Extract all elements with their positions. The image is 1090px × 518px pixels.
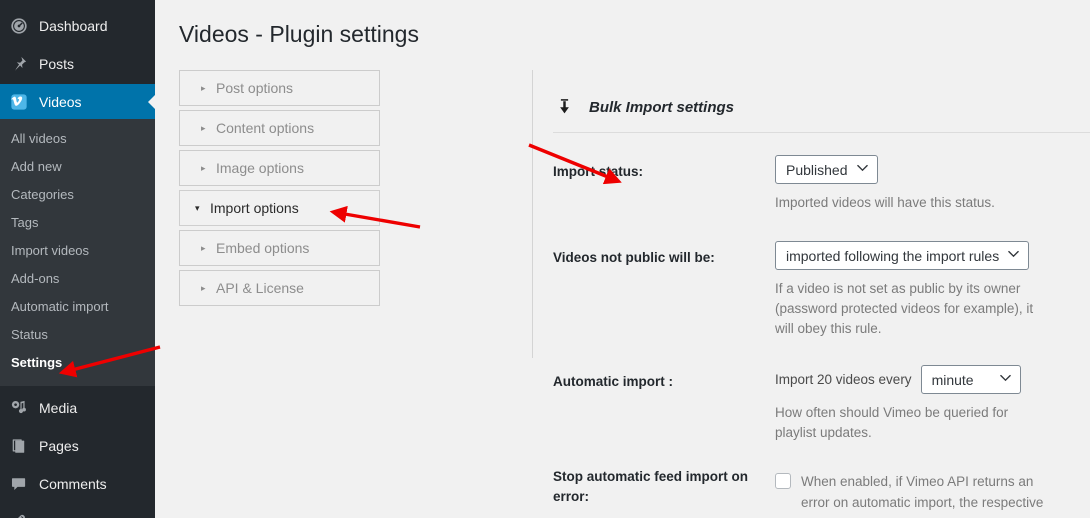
pin-icon — [9, 54, 29, 74]
import-status-select[interactable]: Published — [775, 155, 878, 184]
import-options-panel: Bulk Import settings Import status: Publ… — [553, 70, 1090, 518]
import-download-icon — [553, 96, 575, 118]
section-header: Bulk Import settings — [553, 70, 1090, 133]
sidebar-item-dashboard[interactable]: Dashboard — [0, 8, 155, 43]
accordion-item-label: Image options — [216, 160, 304, 176]
form-row-automatic-import: Automatic import : Import 20 videos ever… — [553, 365, 1053, 443]
dashboard-icon — [9, 16, 29, 36]
automatic-import-interval-select[interactable]: minute — [920, 365, 1021, 394]
automatic-import-label: Automatic import : — [553, 374, 673, 389]
chevron-right-icon: ▸ — [201, 162, 206, 173]
vimeo-icon — [9, 92, 29, 112]
sidebar-item-posts[interactable]: Posts — [0, 46, 155, 81]
videos-not-public-label: Videos not public will be: — [553, 250, 715, 265]
automatic-import-help: How often should Vimeo be queried for pl… — [775, 405, 1009, 440]
vertical-divider — [532, 70, 533, 358]
accordion-item-api-license[interactable]: ▸ API & License — [179, 270, 380, 306]
chevron-down-icon — [999, 374, 1011, 385]
sidebar-item-all-videos[interactable]: All videos — [0, 125, 155, 153]
sidebar-item-settings[interactable]: Settings — [0, 349, 155, 377]
videos-submenu: All videos Add new Categories Tags Impor… — [0, 119, 155, 386]
accordion-item-embed-options[interactable]: ▸ Embed options — [179, 230, 380, 266]
sidebar-item-tags[interactable]: Tags — [0, 209, 155, 237]
sidebar-item-add-new[interactable]: Add new — [0, 153, 155, 181]
stop-on-error-label: Stop automatic feed import on error: — [553, 469, 749, 504]
accordion-item-content-options[interactable]: ▸ Content options — [179, 110, 380, 146]
admin-sidebar: Dashboard Posts Videos All videos Add ne… — [0, 0, 155, 518]
chevron-right-icon: ▸ — [201, 242, 206, 253]
sidebar-item-label: Dashboard — [39, 17, 108, 34]
sidebar-item-add-ons[interactable]: Add-ons — [0, 265, 155, 293]
stop-on-error-description: When enabled, if Vimeo API returns an er… — [801, 474, 1052, 518]
pages-icon — [9, 436, 29, 456]
chevron-down-icon — [856, 164, 868, 175]
accordion-item-label: Import options — [210, 200, 299, 216]
chevron-right-icon: ▸ — [201, 82, 206, 93]
sidebar-item-comments[interactable]: Comments — [0, 466, 155, 501]
accordion-item-post-options[interactable]: ▸ Post options — [179, 70, 380, 106]
sidebar-item-categories[interactable]: Categories — [0, 181, 155, 209]
sidebar-item-label: Media — [39, 399, 78, 416]
appearance-icon — [9, 511, 29, 518]
automatic-import-interval-value: minute — [931, 371, 974, 388]
accordion-item-label: Post options — [216, 80, 294, 96]
form-row-stop-on-error: Stop automatic feed import on error: Whe… — [553, 467, 1053, 518]
comments-icon — [9, 474, 29, 494]
main-content: Videos - Plugin settings ▸ Post options … — [155, 0, 1090, 518]
videos-not-public-select[interactable]: imported following the import rules — [775, 241, 1030, 270]
import-status-value: Published — [786, 161, 848, 178]
chevron-down-icon — [1008, 250, 1019, 261]
sidebar-item-pages[interactable]: Pages — [0, 428, 155, 463]
accordion-item-label: Embed options — [216, 240, 310, 256]
settings-accordion-nav: ▸ Post options ▸ Content options ▸ Image… — [179, 70, 380, 310]
accordion-item-import-options[interactable]: ▾ Import options — [179, 190, 380, 226]
sidebar-item-label: Pages — [39, 437, 79, 454]
form-row-import-status: Import status: Published Imported videos… — [553, 155, 1053, 213]
page-title: Videos - Plugin settings — [179, 21, 419, 47]
sidebar-item-media[interactable]: Media — [0, 390, 155, 425]
videos-not-public-help: If a video is not set as public by its o… — [775, 281, 1034, 336]
stop-on-error-checkbox[interactable] — [775, 473, 791, 489]
sidebar-item-automatic-import[interactable]: Automatic import — [0, 293, 155, 321]
accordion-item-image-options[interactable]: ▸ Image options — [179, 150, 380, 186]
videos-not-public-value: imported following the import rules — [786, 247, 1000, 264]
import-status-help: Imported videos will have this status. — [775, 195, 995, 210]
sidebar-item-status[interactable]: Status — [0, 321, 155, 349]
form-row-videos-not-public: Videos not public will be: imported foll… — [553, 241, 1053, 339]
chevron-down-icon: ▾ — [195, 202, 200, 213]
accordion-item-label: API & License — [216, 280, 304, 296]
sidebar-item-label: Comments — [39, 475, 107, 492]
media-icon — [9, 398, 29, 418]
chevron-right-icon: ▸ — [201, 282, 206, 293]
sidebar-item-appearance[interactable] — [0, 508, 155, 518]
automatic-import-prefix: Import 20 videos every — [775, 372, 912, 387]
section-title: Bulk Import settings — [589, 98, 735, 116]
sidebar-item-import-videos[interactable]: Import videos — [0, 237, 155, 265]
admin-screen: Dashboard Posts Videos All videos Add ne… — [0, 0, 1090, 518]
import-status-label: Import status: — [553, 164, 644, 179]
active-menu-pointer — [148, 93, 155, 110]
sidebar-item-label: Posts — [39, 55, 75, 72]
sidebar-item-videos[interactable]: Videos — [0, 84, 155, 119]
chevron-right-icon: ▸ — [201, 122, 206, 133]
sidebar-item-label: Videos — [39, 93, 82, 110]
accordion-item-label: Content options — [216, 120, 315, 136]
